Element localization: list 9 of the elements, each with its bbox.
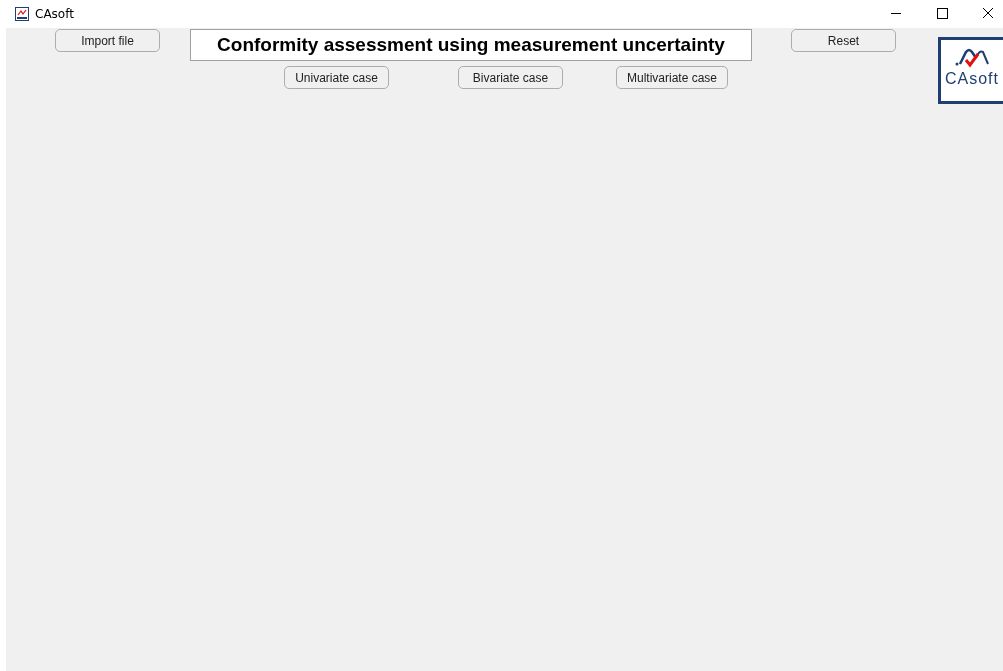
reset-button[interactable]: Reset bbox=[791, 29, 896, 52]
window-title: CAsoft bbox=[35, 7, 74, 21]
case-button[interactable]: Univariate case bbox=[284, 66, 389, 89]
import-file-button[interactable]: Import file bbox=[55, 29, 160, 52]
logo: CAsoft bbox=[938, 37, 1003, 104]
heading: Conformity assessment using measurement uncertainty bbox=[190, 29, 752, 61]
app-icon bbox=[15, 7, 29, 21]
case-button[interactable]: Bivariate case bbox=[458, 66, 563, 89]
case-button[interactable]: Multivariate case bbox=[616, 66, 728, 89]
